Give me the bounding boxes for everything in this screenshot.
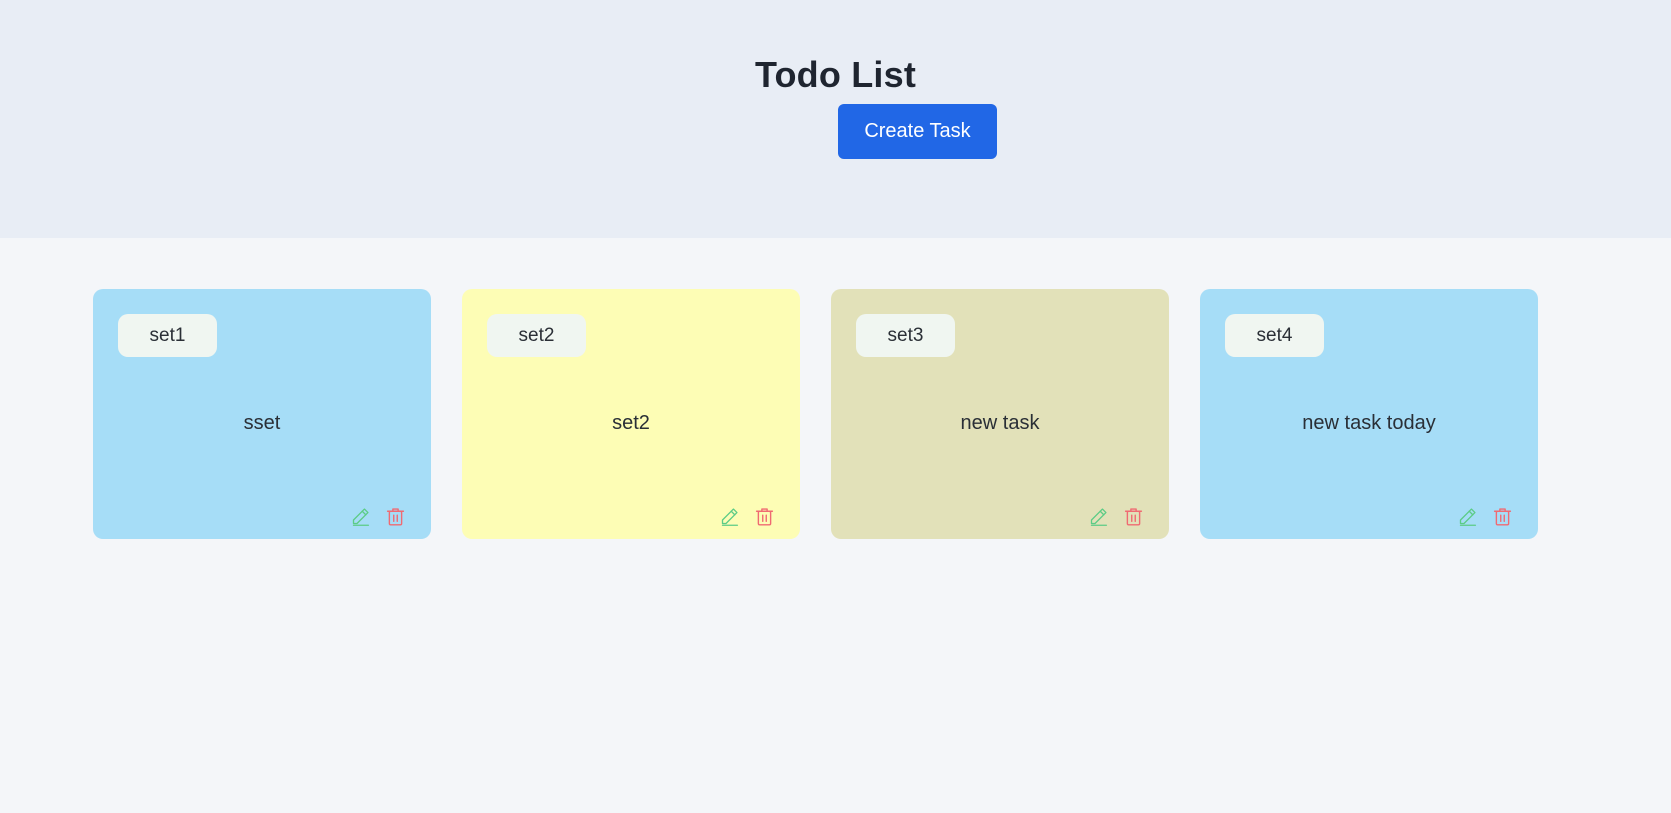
page-title: Todo List bbox=[754, 54, 917, 95]
task-card: set4 new task today bbox=[1200, 289, 1538, 539]
task-card: set1 sset bbox=[93, 289, 431, 539]
pencil-icon[interactable] bbox=[1088, 506, 1109, 527]
task-text: sset bbox=[243, 412, 281, 434]
task-actions bbox=[1088, 506, 1144, 527]
trash-icon[interactable] bbox=[385, 506, 406, 527]
task-actions bbox=[719, 506, 775, 527]
pencil-icon[interactable] bbox=[350, 506, 371, 527]
page-header: Todo List Create Task bbox=[0, 0, 1671, 238]
pencil-icon[interactable] bbox=[1457, 506, 1478, 527]
trash-icon[interactable] bbox=[1492, 506, 1513, 527]
task-card: set2 set2 bbox=[462, 289, 800, 539]
task-list: set1 sset set2 set2 set3 new task set4 n… bbox=[93, 289, 1538, 539]
trash-icon[interactable] bbox=[754, 506, 775, 527]
task-card: set3 new task bbox=[831, 289, 1169, 539]
create-task-button[interactable]: Create Task bbox=[838, 104, 997, 159]
task-actions bbox=[1457, 506, 1513, 527]
task-text: new task bbox=[960, 412, 1040, 434]
pencil-icon[interactable] bbox=[719, 506, 740, 527]
task-text: set2 bbox=[612, 412, 650, 434]
trash-icon[interactable] bbox=[1123, 506, 1144, 527]
task-text: new task today bbox=[1302, 412, 1436, 434]
task-actions bbox=[350, 506, 406, 527]
